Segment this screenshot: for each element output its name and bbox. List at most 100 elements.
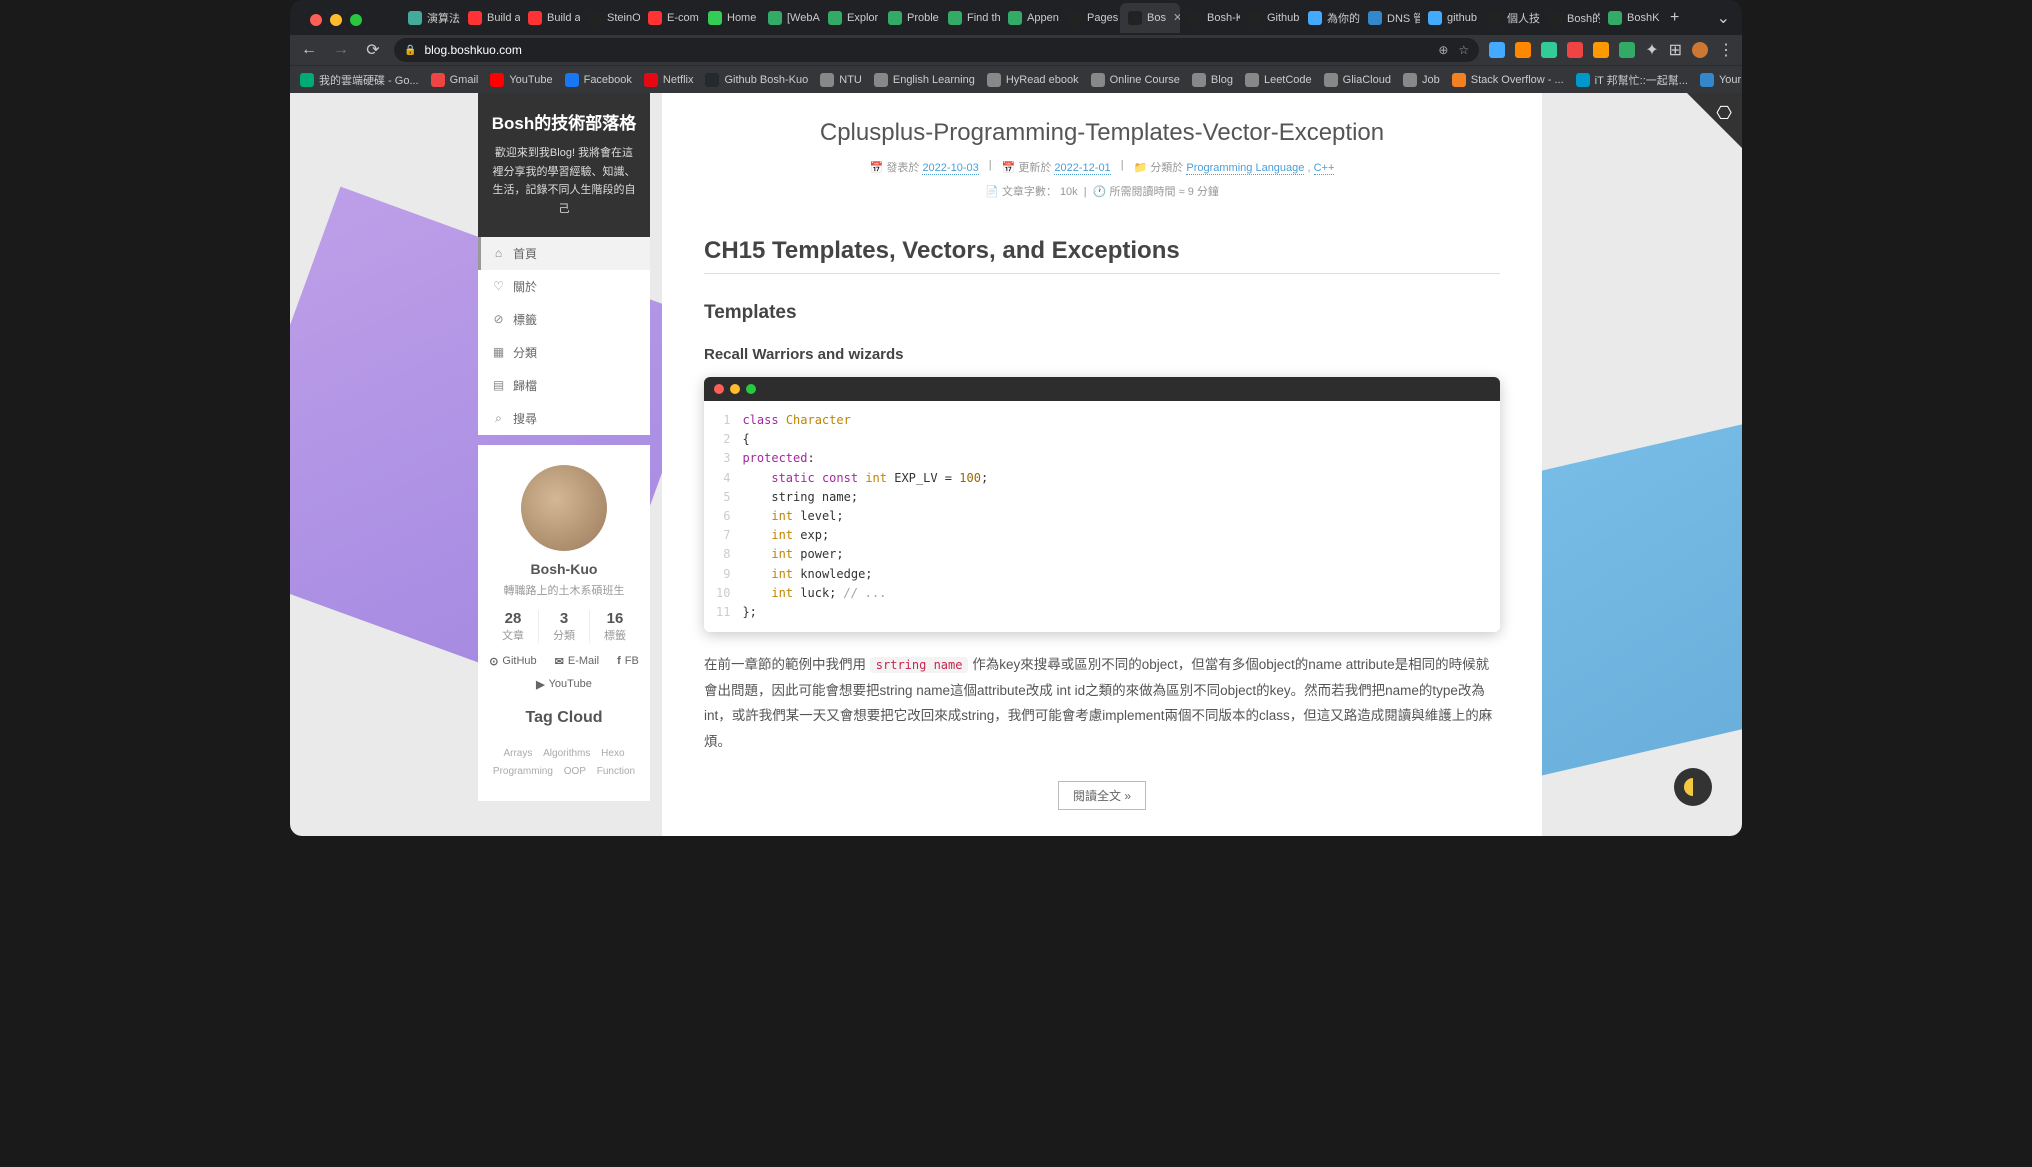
browser-tab[interactable]: Appen [1000, 3, 1060, 33]
tag[interactable]: Hexo [601, 748, 624, 759]
close-tab-icon[interactable]: ✕ [1173, 11, 1180, 24]
forward-button[interactable]: → [330, 41, 352, 59]
profile-avatar[interactable] [1692, 42, 1708, 58]
stat-item[interactable]: 3分類 [538, 610, 589, 643]
extensions-icon[interactable]: ✦ [1645, 40, 1658, 60]
minimize-window[interactable] [330, 14, 342, 26]
bookmark-item[interactable]: YouTube [490, 73, 552, 87]
corner-ribbon[interactable] [1687, 93, 1742, 148]
profile-links: ⊙ GitHub ✉ E-Mail f FB ▶ YouTube [488, 655, 640, 691]
bookmark-item[interactable]: Job [1403, 73, 1440, 87]
post-meta-2: 📄 文章字數： 10k | 🕐 所需閱讀時間 ≈ 9 分鐘 [704, 183, 1500, 199]
browser-tab[interactable]: Explor [820, 3, 880, 33]
main-content: Cplusplus-Programming-Templates-Vector-E… [662, 93, 1542, 836]
window-controls[interactable] [310, 14, 362, 26]
sidebar-nav-item[interactable]: ⌂首頁 [478, 237, 650, 270]
bookmark-item[interactable]: GliaCloud [1324, 73, 1391, 87]
post-title[interactable]: Cplusplus-Programming-Templates-Vector-E… [704, 119, 1500, 147]
tag[interactable]: OOP [564, 766, 586, 777]
bookmark-item[interactable]: Blog [1192, 73, 1233, 87]
bookmark-item[interactable]: Github Bosh-Kuo [705, 73, 808, 87]
ext-icon[interactable] [1515, 42, 1531, 58]
back-button[interactable]: ← [298, 41, 320, 59]
site-title[interactable]: Bosh的技術部落格 [490, 109, 638, 134]
browser-tab[interactable]: Find th [940, 3, 1000, 33]
browser-tab[interactable]: BoshK [1600, 3, 1660, 33]
browser-tab[interactable]: 為你的 [1300, 3, 1360, 33]
sidebar-header: Bosh的技術部落格 歡迎來到我Blog! 我將會在這裡分享我的學習經驗、知識、… [478, 93, 650, 237]
ext-icon[interactable] [1593, 42, 1609, 58]
sidebar-nav-item[interactable]: ⊘標籤 [478, 303, 650, 336]
tag[interactable]: Arrays [503, 748, 532, 759]
tagcloud: Arrays Algorithms Hexo Programming OOP F… [488, 745, 640, 781]
bookmark-item[interactable]: HyRead ebook [987, 73, 1079, 87]
ext-icon[interactable] [1567, 42, 1583, 58]
browser-tab[interactable]: Home [700, 3, 760, 33]
bookmark-item[interactable]: Netflix [644, 73, 694, 87]
browser-tab[interactable]: Bosh的 [1540, 3, 1600, 33]
tag[interactable]: Function [597, 766, 635, 777]
stat-item[interactable]: 28文章 [488, 610, 538, 643]
bookmark-item[interactable]: Stack Overflow - ... [1452, 73, 1564, 87]
profile-link[interactable]: ✉ E-Mail [555, 655, 599, 668]
browser-tab[interactable]: Pages [1060, 3, 1120, 33]
browser-tab[interactable]: Github [1240, 3, 1300, 33]
profile-link[interactable]: f FB [617, 655, 639, 668]
profile-link[interactable]: ⊙ GitHub [489, 655, 536, 668]
ext-icon[interactable] [1541, 42, 1557, 58]
sidebar-nav-item[interactable]: ▤歸檔 [478, 369, 650, 402]
maximize-window[interactable] [350, 14, 362, 26]
stat-item[interactable]: 16標籤 [589, 610, 640, 643]
menu-icon[interactable]: ⋮ [1718, 40, 1734, 60]
puzzle-icon[interactable]: ⊞ [1669, 40, 1682, 60]
browser-tab[interactable]: [WebA [760, 3, 820, 33]
tagcloud-title: Tag Cloud [488, 709, 640, 727]
bookmark-item[interactable]: 我的雲端硬碟 - Go... [300, 72, 419, 88]
browser-tab[interactable]: github [1420, 3, 1480, 33]
install-icon[interactable]: ⊕ [1438, 43, 1448, 57]
browser-tab[interactable]: Bos✕ [1120, 3, 1180, 33]
browser-tab[interactable]: DNS 管 [1360, 3, 1420, 33]
browser-tab[interactable]: 個人技 [1480, 3, 1540, 33]
sidebar-nav-item[interactable]: ⌕搜尋 [478, 402, 650, 435]
bookmark-item[interactable]: NTU [820, 73, 862, 87]
sidebar-nav-item[interactable]: ♡關於 [478, 270, 650, 303]
read-more-button[interactable]: 閱讀全文 » [1058, 781, 1146, 810]
tab-dropdown-icon[interactable]: ⌄ [1705, 8, 1742, 28]
site-subtitle: 歡迎來到我Blog! 我將會在這裡分享我的學習經驗、知識、生活，記錄不同人生階段… [490, 144, 638, 219]
sidebar-profile: Bosh-Kuo 轉職路上的土木系碩班生 28文章3分類16標籤 ⊙ GitHu… [478, 445, 650, 801]
reload-button[interactable]: ⟳ [362, 40, 384, 60]
profile-tagline: 轉職路上的土木系碩班生 [488, 582, 640, 598]
line-numbers: 1234567891011 [704, 411, 742, 622]
browser-tab[interactable]: SteinO [580, 3, 640, 33]
sidebar-nav-item[interactable]: ▦分類 [478, 336, 650, 369]
new-tab-button[interactable]: + [1660, 9, 1689, 27]
github-icon[interactable]: ⎔ [1716, 103, 1732, 124]
bookmark-item[interactable]: LeetCode [1245, 73, 1312, 87]
profile-link[interactable]: ▶ YouTube [536, 678, 592, 691]
darkmode-toggle[interactable] [1674, 768, 1712, 806]
address-bar[interactable]: 🔒 blog.boshkuo.com ⊕ ☆ [394, 38, 1479, 62]
ext-icon[interactable] [1619, 42, 1635, 58]
star-icon[interactable]: ☆ [1458, 43, 1469, 57]
heading-1: CH15 Templates, Vectors, and Exceptions [704, 237, 1500, 274]
code-content[interactable]: class Character { protected: static cons… [742, 411, 988, 622]
bookmark-item[interactable]: English Learning [874, 73, 975, 87]
bookmark-item[interactable]: Gmail [431, 73, 479, 87]
bookmark-item[interactable]: iT 邦幫忙::一起幫... [1576, 72, 1688, 88]
paragraph: 在前一章節的範例中我們用 srtring name 作為key來搜尋或區別不同的… [704, 652, 1500, 755]
close-window[interactable] [310, 14, 322, 26]
avatar[interactable] [521, 465, 607, 551]
browser-tab[interactable]: Build a [520, 3, 580, 33]
bookmark-item[interactable]: Your Projects - Ov... [1700, 73, 1742, 87]
browser-tab[interactable]: E-com [640, 3, 700, 33]
browser-tab[interactable]: Build a [460, 3, 520, 33]
bookmark-item[interactable]: Facebook [565, 73, 632, 87]
ext-icon[interactable] [1489, 42, 1505, 58]
browser-tab[interactable]: 演算法 [400, 3, 460, 33]
bookmark-item[interactable]: Online Course [1091, 73, 1180, 87]
tag[interactable]: Algorithms [543, 748, 590, 759]
tag[interactable]: Programming [493, 766, 553, 777]
browser-tab[interactable]: Proble [880, 3, 940, 33]
browser-tab[interactable]: Bosh-K [1180, 3, 1240, 33]
